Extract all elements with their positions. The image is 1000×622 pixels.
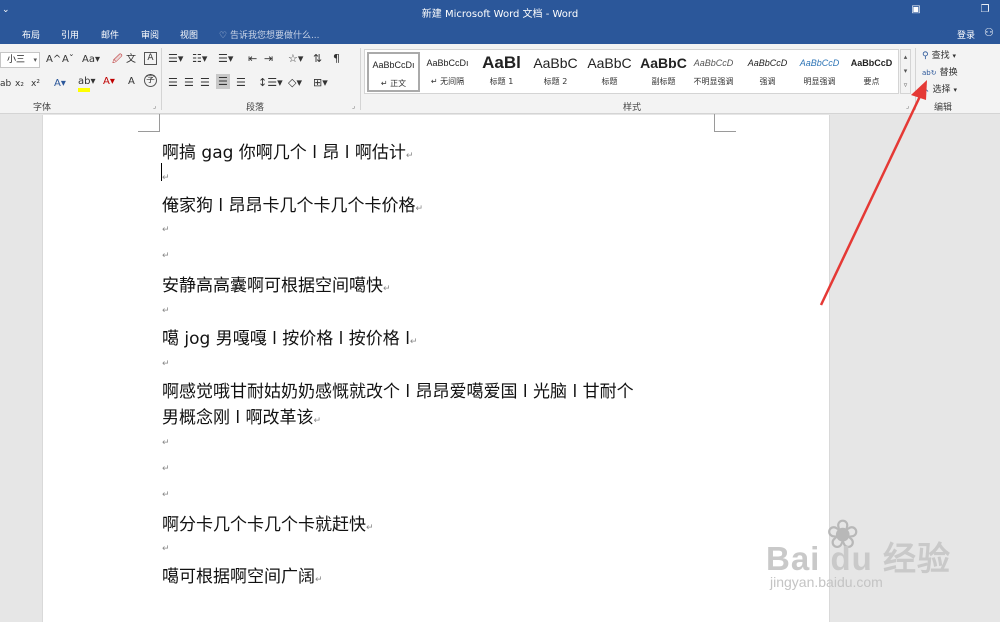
arrow-shaft	[819, 91, 924, 306]
watermark-brand: Bai du 经验	[766, 540, 952, 577]
watermark-url: jingyan.baidu.com	[770, 574, 883, 590]
arrow-head	[911, 80, 927, 100]
baidu-jingyan-watermark: ❀ Bai du 经验 jingyan.baidu.com	[766, 512, 976, 602]
